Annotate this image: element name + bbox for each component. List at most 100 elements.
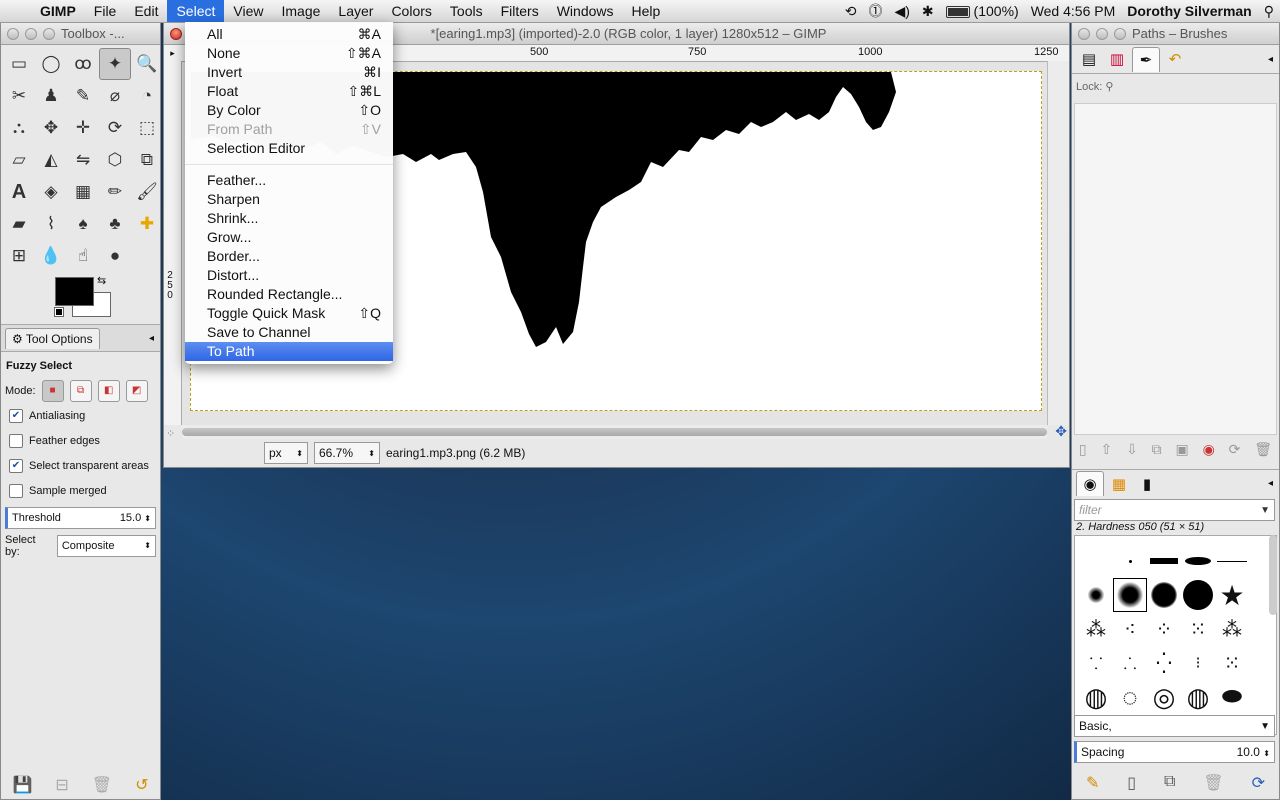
menu-filters[interactable]: Filters xyxy=(492,0,548,22)
menu-file[interactable]: File xyxy=(85,0,126,22)
menu-item-grow[interactable]: Grow... xyxy=(185,228,393,247)
chevron-updown-icon[interactable]: ⬍ xyxy=(1263,749,1270,758)
antialiasing-row[interactable]: ✔ Antialiasing xyxy=(5,403,156,428)
crop-move-icon[interactable]: ✛ xyxy=(67,112,99,144)
tab-menu-icon[interactable]: ◂ xyxy=(1268,54,1273,65)
swap-colors-icon[interactable]: ⇆ xyxy=(97,274,106,287)
menu-select[interactable]: Select xyxy=(167,0,225,22)
menu-item-invert[interactable]: Invert ⌘I xyxy=(185,63,393,82)
menu-item-border[interactable]: Border... xyxy=(185,247,393,266)
select-by-dropdown[interactable]: Composite ⬍ xyxy=(56,534,156,557)
minimize-button[interactable] xyxy=(25,27,37,40)
menu-edit[interactable]: Edit xyxy=(125,0,167,22)
minimize-button[interactable] xyxy=(1096,27,1108,40)
brush-item[interactable]: ⬬ xyxy=(1215,680,1249,714)
menu-item-sharpen[interactable]: Sharpen xyxy=(185,190,393,209)
tab-menu-icon[interactable]: ◂ xyxy=(1268,478,1273,489)
flip-icon[interactable]: ⇋ xyxy=(67,144,99,176)
paint-path-icon[interactable]: ⟳ xyxy=(1229,441,1241,458)
menu-item-rounded-rectangle[interactable]: Rounded Rectangle... xyxy=(185,285,393,304)
antialiasing-checkbox[interactable]: ✔ xyxy=(9,408,23,423)
alert-icon[interactable]: ⓵ xyxy=(862,1,888,21)
brush-item-selected[interactable] xyxy=(1113,578,1147,612)
eraser-icon[interactable]: ▰ xyxy=(3,208,35,240)
foreground-color-swatch[interactable] xyxy=(55,277,94,306)
menu-item-feather[interactable]: Feather... xyxy=(185,171,393,190)
brush-item[interactable] xyxy=(1215,544,1249,578)
menu-image[interactable]: Image xyxy=(272,0,329,22)
clone-icon[interactable]: ♣ xyxy=(99,208,131,240)
menu-colors[interactable]: Colors xyxy=(382,0,440,22)
perspective-clone-icon[interactable]: ⊞ xyxy=(3,240,35,272)
reset-options-icon[interactable]: ↺ xyxy=(135,775,148,795)
menu-item-all[interactable]: All ⌘A xyxy=(185,25,393,44)
menu-view[interactable]: View xyxy=(224,0,272,22)
scissors-icon[interactable]: ✂ xyxy=(3,80,35,112)
blend-icon[interactable]: ▦ xyxy=(67,176,99,208)
brush-item[interactable] xyxy=(1181,578,1215,612)
brush-item[interactable] xyxy=(1147,544,1181,578)
brush-item[interactable] xyxy=(1079,544,1113,578)
menu-item-distort[interactable]: Distort... xyxy=(185,266,393,285)
mode-subtract-button[interactable]: ◧ xyxy=(97,379,120,402)
canvas-menu-icon[interactable]: ▸ xyxy=(164,45,181,61)
menu-item-by-color[interactable]: By Color ⇧O xyxy=(185,101,393,120)
brush-item[interactable] xyxy=(1079,578,1113,612)
new-path-icon[interactable]: ▯ xyxy=(1079,441,1087,458)
rect-select-icon[interactable]: ▭ xyxy=(3,48,35,80)
brush-grid[interactable]: ★ ⁂ ⁖ ⁘ ⁙ ⁂ ⸪ ⸫ ⁛ ⁝ ⁙ ◍ ◌ ◎ ◍ ⬬ xyxy=(1074,535,1277,735)
vertical-scrollbar[interactable] xyxy=(1047,61,1069,425)
brush-item[interactable] xyxy=(1147,578,1181,612)
brushes-tab-icon[interactable]: ◉ xyxy=(1076,471,1104,496)
menu-item-toggle-quick-mask[interactable]: Toggle Quick Mask ⇧Q xyxy=(185,304,393,323)
save-options-icon[interactable]: 💾 xyxy=(12,775,32,795)
patterns-tab-icon[interactable]: ▦ xyxy=(1106,472,1132,496)
duplicate-brush-icon[interactable]: ⧉ xyxy=(1164,773,1175,793)
user-name[interactable]: Dorothy Silverman xyxy=(1121,3,1257,19)
free-select-icon[interactable]: ꝏ xyxy=(67,48,99,80)
menu-item-selection-editor[interactable]: Selection Editor xyxy=(185,139,393,158)
spotlight-icon[interactable]: ⚲ xyxy=(1258,3,1280,20)
menu-app[interactable]: GIMP xyxy=(36,0,85,22)
lower-path-icon[interactable]: ⇩ xyxy=(1126,441,1138,458)
brush-item[interactable]: ⁘ xyxy=(1147,612,1181,646)
blur-icon[interactable]: 💧 xyxy=(35,240,67,272)
delete-path-icon[interactable]: 🗑 xyxy=(1254,441,1272,458)
lock-icon[interactable]: ⚲ xyxy=(1105,81,1113,93)
restore-options-icon[interactable]: ⊟ xyxy=(55,775,68,795)
close-button[interactable] xyxy=(170,27,182,40)
foreground-select-icon[interactable]: ♟ xyxy=(35,80,67,112)
align-icon[interactable]: ⛬ xyxy=(3,112,35,144)
edit-brush-icon[interactable]: ✎ xyxy=(1086,773,1099,793)
paths-tool-icon[interactable]: ✎ xyxy=(67,80,99,112)
feather-edges-checkbox[interactable] xyxy=(9,433,23,448)
menu-item-save-to-channel[interactable]: Save to Channel xyxy=(185,323,393,342)
fuzzy-select-icon[interactable]: ✦ xyxy=(99,48,131,80)
bluetooth-icon[interactable]: ✱ xyxy=(916,3,940,20)
horizontal-scrollbar[interactable] xyxy=(182,425,1047,439)
bucket-fill-icon[interactable]: ◈ xyxy=(35,176,67,208)
sample-merged-checkbox[interactable] xyxy=(9,483,23,498)
brush-filter-input[interactable]: filter ▼ xyxy=(1074,499,1275,521)
mode-replace-button[interactable]: ■ xyxy=(41,379,64,402)
smudge-icon[interactable]: ☝ xyxy=(67,240,99,272)
menu-windows[interactable]: Windows xyxy=(548,0,623,22)
zoom-button[interactable] xyxy=(43,27,55,40)
raise-path-icon[interactable]: ⇧ xyxy=(1100,441,1112,458)
brush-item[interactable]: ◎ xyxy=(1147,680,1181,714)
threshold-slider[interactable]: Threshold 15.0 ⬍ xyxy=(5,507,156,529)
undo-tab-icon[interactable]: ↶ xyxy=(1162,47,1188,71)
brush-item[interactable]: ⁂ xyxy=(1079,612,1113,646)
time-machine-icon[interactable]: ⟲ xyxy=(839,3,863,20)
brush-item[interactable]: ⁂ xyxy=(1215,612,1249,646)
delete-brush-icon[interactable]: 🗑 xyxy=(1203,773,1223,793)
path-to-selection-icon[interactable]: ▣ xyxy=(1175,441,1188,458)
brush-item[interactable] xyxy=(1181,544,1215,578)
brush-item[interactable]: ⁝ xyxy=(1181,646,1215,680)
refresh-brushes-icon[interactable]: ⟳ xyxy=(1252,773,1265,793)
text-tool-icon[interactable]: A xyxy=(3,176,35,208)
brush-item[interactable]: ◍ xyxy=(1181,680,1215,714)
unit-select[interactable]: px ⬍ xyxy=(264,442,308,464)
brush-scroll-thumb[interactable] xyxy=(1269,535,1277,615)
measure-icon[interactable]: ◔ xyxy=(131,80,163,112)
